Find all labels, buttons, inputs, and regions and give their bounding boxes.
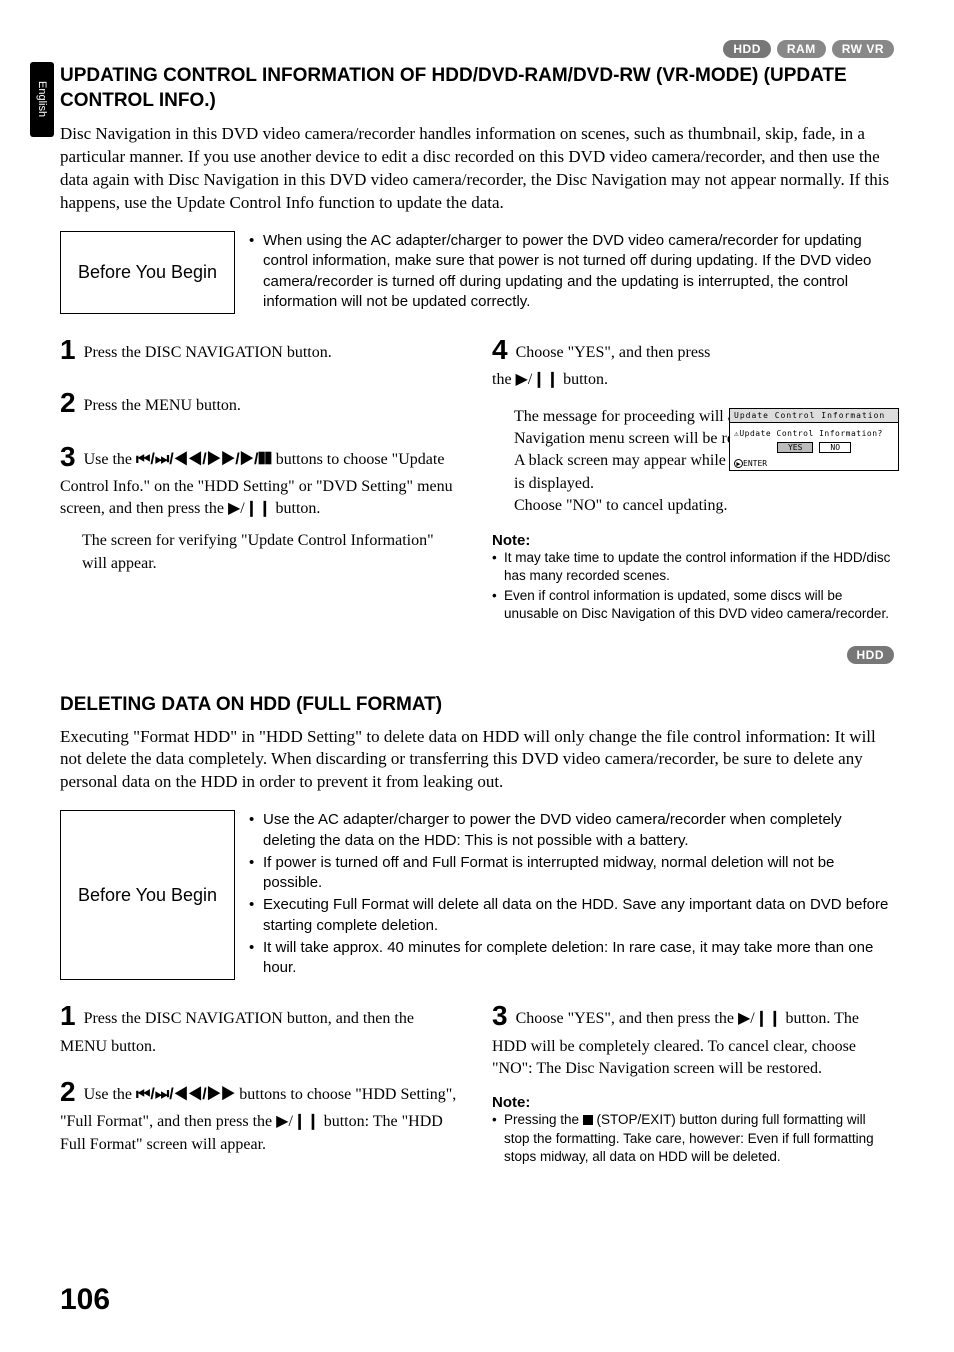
page-number: 106: [60, 1283, 110, 1317]
badge-hdd: HDD: [723, 40, 771, 58]
step-text: Press the DISC NAVIGATION button.: [84, 344, 332, 361]
section1-steps: 1 Press the DISC NAVIGATION button. 2 Pr…: [60, 330, 894, 625]
step-1-2: 2 Press the MENU button.: [60, 383, 462, 422]
step-text: Press the DISC NAVIGATION button, and th…: [60, 1010, 414, 1054]
play-circle-icon: ▶: [734, 459, 743, 468]
dialog-yes-button: YES: [777, 442, 813, 453]
badge-rwvr: RW VR: [832, 40, 894, 58]
before-begin-bullets-1: When using the AC adapter/charger to pow…: [235, 231, 894, 314]
before-bullet: When using the AC adapter/charger to pow…: [249, 231, 894, 312]
before-bullet: Executing Full Format will delete all da…: [249, 895, 894, 936]
step-1-4: 4 Choose "YES", and then press the ▶/❙❙ …: [492, 330, 894, 392]
stop-icon: [583, 1115, 593, 1125]
step-trail: The screen for verifying "Update Control…: [82, 530, 462, 575]
note-label: Note:: [492, 532, 894, 549]
section1-intro: Disc Navigation in this DVD video camera…: [60, 123, 894, 215]
dialog-footer: ▶ENTER: [730, 459, 898, 470]
note-item: Even if control information is updated, …: [492, 587, 894, 623]
nav-icons: ⏮/⏭/◀◀/▶▶/▶/❚❚: [136, 451, 272, 468]
note-label: Note:: [492, 1094, 894, 1111]
before-begin-bullets-2: Use the AC adapter/charger to power the …: [235, 810, 894, 980]
step-1-3: 3 Use the ⏮/⏭/◀◀/▶▶/▶/❚❚ buttons to choo…: [60, 437, 462, 576]
step-trail: Choose "NO" to cancel updating.: [514, 495, 894, 517]
step-text: Press the MENU button.: [84, 397, 241, 414]
nav-icons: ⏮/⏭/◀◀/▶▶: [136, 1086, 235, 1103]
mid-badge-row: HDD: [60, 646, 894, 664]
step-2-3: 3 Choose "YES", and then press the ▶/❙❙ …: [492, 996, 894, 1080]
section2-intro: Executing "Format HDD" in "HDD Setting" …: [60, 726, 894, 795]
note-item: It may take time to update the control i…: [492, 549, 894, 585]
section2-title: DELETING DATA ON HDD (FULL FORMAT): [60, 694, 894, 716]
step-number: 1: [60, 1000, 76, 1031]
step-text-pre: Use the: [84, 1086, 136, 1103]
before-you-begin-1: Before You Begin When using the AC adapt…: [60, 231, 894, 314]
update-dialog-illustration: Update Control Information ⚠Update Contr…: [729, 408, 899, 471]
badge-hdd: HDD: [847, 646, 895, 664]
before-bullet: Use the AC adapter/charger to power the …: [249, 810, 894, 851]
dialog-header: Update Control Information: [730, 409, 898, 423]
note-item: Pressing the (STOP/EXIT) button during f…: [492, 1111, 894, 1166]
step-number: 4: [492, 334, 508, 365]
section1-title: UPDATING CONTROL INFORMATION OF HDD/DVD-…: [60, 64, 894, 113]
note-block-2: Note: Pressing the (STOP/EXIT) button du…: [492, 1094, 894, 1166]
before-begin-label-1: Before You Begin: [60, 231, 235, 314]
step-number: 3: [492, 1000, 508, 1031]
top-badge-row: HDD RAM RW VR: [60, 40, 894, 58]
step-number: 2: [60, 1076, 76, 1107]
step-2-2: 2 Use the ⏮/⏭/◀◀/▶▶ buttons to choose "H…: [60, 1072, 462, 1156]
before-begin-label-2: Before You Begin: [60, 810, 235, 980]
step-text: Choose "YES", and then press the ▶/❙❙ bu…: [492, 344, 710, 388]
dialog-no-button: NO: [819, 442, 851, 453]
note-block-1: Note: It may take time to update the con…: [492, 532, 894, 624]
step-number: 2: [60, 387, 76, 418]
step-number: 3: [60, 441, 76, 472]
step-2-1: 1 Press the DISC NAVIGATION button, and …: [60, 996, 462, 1058]
step-1-1: 1 Press the DISC NAVIGATION button.: [60, 330, 462, 369]
before-bullet: If power is turned off and Full Format i…: [249, 853, 894, 894]
badge-ram: RAM: [777, 40, 826, 58]
step-text: Choose "YES", and then press the ▶/❙❙ bu…: [492, 1010, 859, 1077]
language-tab: English: [30, 62, 54, 137]
dialog-question: ⚠Update Control Information?: [734, 429, 894, 438]
before-you-begin-2: Before You Begin Use the AC adapter/char…: [60, 810, 894, 980]
step-number: 1: [60, 334, 76, 365]
section2-steps: 1 Press the DISC NAVIGATION button, and …: [60, 996, 894, 1170]
before-bullet: It will take approx. 40 minutes for comp…: [249, 938, 894, 979]
step-text-pre: Use the: [84, 451, 136, 468]
